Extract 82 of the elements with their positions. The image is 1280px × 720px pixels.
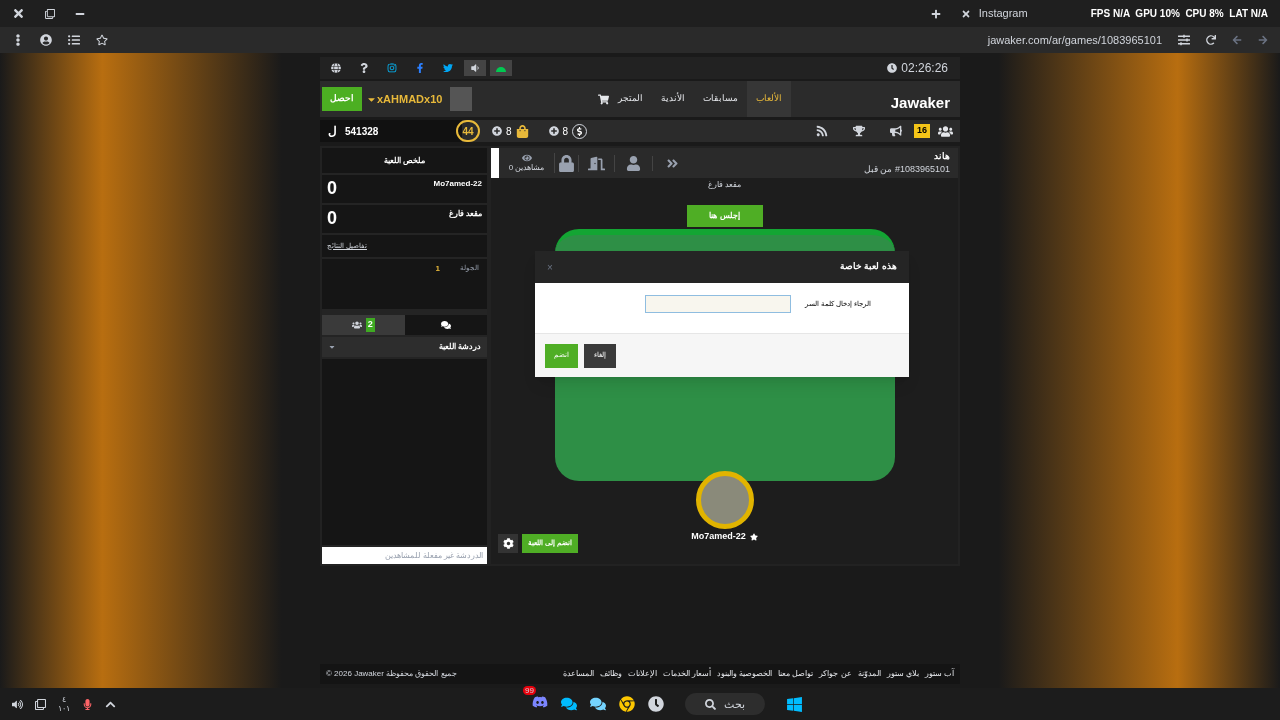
settings-icon[interactable] — [1178, 34, 1190, 46]
chat-title: دردشة اللعبة — [438, 341, 481, 353]
coin-balance: 541328 — [345, 124, 379, 139]
microphone-icon[interactable] — [82, 698, 93, 710]
footer-link[interactable]: الخصوصية والبنود — [716, 668, 773, 680]
browser-tab[interactable]: Instagram — [978, 5, 1028, 22]
start-icon[interactable] — [786, 695, 803, 713]
tray-date[interactable]: ١٠١ — [58, 704, 70, 713]
performance-overlay: FPS N/A GPU 10% CPU 8% LAT N/A — [1090, 7, 1268, 21]
settings-icon[interactable] — [498, 534, 518, 553]
game-name: هاند — [934, 149, 950, 163]
token-count: 8 — [506, 124, 512, 139]
list-icon[interactable] — [68, 34, 80, 46]
search-field[interactable]: بحث — [685, 693, 765, 715]
star-icon — [749, 532, 758, 541]
users-icon — [351, 320, 362, 330]
tray-time[interactable]: ٤ — [62, 695, 66, 704]
gauge-icon[interactable] — [490, 60, 512, 76]
profile-icon[interactable] — [40, 34, 52, 46]
chat-icon — [440, 320, 451, 330]
spectator-count: 0 مشاهدين — [508, 163, 545, 173]
nav-tab[interactable]: مسابقات — [693, 81, 747, 117]
footer-link[interactable]: آب ستور — [924, 668, 954, 680]
footer-link[interactable]: بلاي ستور — [886, 668, 919, 680]
footer-link[interactable]: الإعلانات — [627, 668, 657, 680]
player-score: 0 — [327, 207, 337, 230]
bookmark-icon[interactable] — [96, 34, 108, 46]
nav-tab[interactable]: الأندية — [651, 81, 694, 117]
reload-icon[interactable] — [1206, 35, 1216, 45]
footer-link[interactable]: المدوّنة — [857, 668, 881, 680]
add-icon[interactable] — [548, 126, 559, 136]
nav-tab[interactable]: الألعاب — [746, 81, 791, 117]
forward-icon[interactable] — [1258, 35, 1268, 45]
game-owner: #1083965101 من قبل — [863, 163, 950, 177]
volume-icon[interactable] — [12, 698, 23, 710]
round-number: 1 — [435, 263, 440, 275]
footer-link[interactable]: عن جواكر — [819, 668, 852, 680]
jawaker-logo[interactable]: Jawaker — [890, 83, 958, 115]
player-count: 2 — [365, 318, 375, 332]
chat-input[interactable]: الدردشة غير مفعلة للمشاهدين — [322, 547, 487, 564]
copyright-text: © 2026 Jawaker جميع الحقوق محفوظة — [326, 668, 457, 680]
messaging-icon[interactable] — [590, 696, 606, 712]
bag-icon — [515, 124, 529, 138]
messaging-icon[interactable] — [561, 696, 577, 712]
panel-title: ملخص اللعبة — [383, 154, 426, 167]
volume-icon[interactable] — [464, 60, 486, 76]
notification-badge: 99 — [523, 685, 536, 695]
address-field[interactable]: jawaker.com/ar/games/1083965101 — [987, 31, 1162, 49]
username[interactable]: xAHMADx10 — [377, 90, 443, 108]
player-score: 0 — [327, 177, 337, 200]
level-badge: 44 — [456, 120, 480, 142]
clock-app-icon[interactable] — [648, 696, 664, 712]
seat-label: مقعد فارغ — [707, 179, 742, 191]
clock-time: 02:26:26 — [901, 60, 949, 77]
close-icon[interactable] — [12, 7, 25, 20]
new-tab-icon[interactable] — [930, 8, 941, 19]
browser-icon[interactable] — [619, 696, 635, 712]
dialog-title: هذه لعبة خاصة — [840, 260, 897, 274]
clock-icon — [887, 63, 898, 73]
footer-link[interactable]: أسعار الخدمات — [662, 668, 711, 680]
player-name: Mo7amed-22 — [433, 178, 482, 190]
search-icon — [705, 698, 716, 710]
nav-tab[interactable]: المتجر — [608, 81, 652, 117]
player-name: Mo7amed-22 — [691, 530, 746, 543]
player-name: مقعد فارغ — [448, 208, 482, 220]
close-tab-icon[interactable] — [960, 8, 971, 19]
restore-icon[interactable] — [45, 8, 55, 19]
avatar-placeholder — [695, 471, 754, 529]
password-field[interactable] — [645, 295, 791, 313]
footer-link[interactable]: المساعدة — [562, 668, 594, 680]
currency-symbol: ل — [328, 123, 337, 140]
eye-icon — [521, 153, 532, 163]
footer-link[interactable]: وظائف — [599, 668, 622, 680]
back-icon[interactable] — [1232, 35, 1242, 45]
footer-link[interactable]: تواصل معنا — [778, 668, 814, 680]
add-icon[interactable] — [492, 126, 502, 136]
cart-icon — [597, 93, 609, 105]
chat-app-icon[interactable] — [532, 693, 548, 710]
gem-count: 8 — [562, 124, 569, 139]
caret-icon[interactable] — [328, 343, 336, 351]
friends-count: 16 — [914, 124, 930, 138]
avatar-placeholder — [450, 87, 473, 111]
